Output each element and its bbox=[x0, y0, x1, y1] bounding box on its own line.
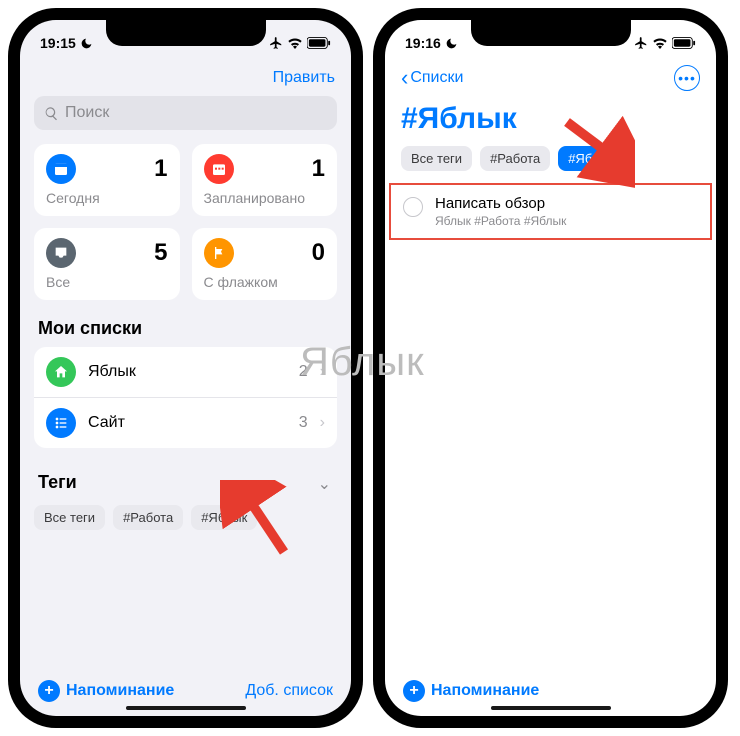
inbox-icon bbox=[46, 238, 76, 268]
chevron-left-icon: ‹ bbox=[401, 65, 408, 91]
card-label: Сегодня bbox=[46, 190, 168, 206]
list-count: 3 bbox=[299, 414, 308, 432]
card-flagged[interactable]: 0 С флажком bbox=[192, 228, 338, 300]
card-count: 0 bbox=[312, 239, 325, 267]
new-reminder-label: Напоминание bbox=[431, 682, 539, 700]
list-row-site[interactable]: Сайт 3 › bbox=[34, 398, 337, 448]
task-title: Написать обзор bbox=[435, 195, 566, 212]
tag-chip-work[interactable]: #Работа bbox=[113, 505, 183, 530]
card-count: 1 bbox=[312, 155, 325, 183]
list-bullet-icon bbox=[46, 408, 76, 438]
back-button[interactable]: ‹ Списки bbox=[401, 65, 463, 91]
airplane-icon bbox=[269, 36, 283, 50]
chevron-right-icon: › bbox=[320, 414, 325, 432]
status-time: 19:16 bbox=[405, 35, 441, 51]
list-count: 2 bbox=[299, 363, 308, 381]
dnd-moon-icon bbox=[445, 37, 458, 50]
card-all[interactable]: 5 Все bbox=[34, 228, 180, 300]
search-placeholder: Поиск bbox=[65, 104, 109, 122]
tag-chip-yablyk[interactable]: #Яблык bbox=[191, 505, 257, 530]
home-indicator[interactable] bbox=[126, 706, 246, 710]
tag-chip-yablyk[interactable]: #Яблык bbox=[558, 146, 624, 171]
home-indicator[interactable] bbox=[491, 706, 611, 710]
card-label: Запланировано bbox=[204, 190, 326, 206]
list-label: Сайт bbox=[88, 414, 287, 432]
wifi-icon bbox=[652, 37, 668, 49]
card-count: 5 bbox=[154, 239, 167, 267]
house-icon bbox=[46, 357, 76, 387]
dnd-moon-icon bbox=[80, 37, 93, 50]
wifi-icon bbox=[287, 37, 303, 49]
phone-mockup-right: 19:16 ‹ Списки ••• #Яблык Все теги #Рабо… bbox=[373, 8, 728, 728]
ellipsis-icon: ••• bbox=[678, 70, 696, 86]
more-options-button[interactable]: ••• bbox=[674, 65, 700, 91]
tags-title: Теги bbox=[38, 472, 77, 493]
calendar-icon bbox=[204, 154, 234, 184]
task-subtitle: Яблык #Работа #Яблык bbox=[435, 214, 566, 228]
task-checkbox[interactable] bbox=[403, 197, 423, 217]
search-input[interactable]: Поиск bbox=[34, 96, 337, 130]
plus-circle-icon: + bbox=[403, 680, 425, 702]
notch bbox=[471, 20, 631, 46]
new-reminder-button[interactable]: + Напоминание bbox=[403, 680, 539, 702]
add-list-button[interactable]: Доб. список bbox=[245, 682, 333, 700]
card-label: С флажком bbox=[204, 274, 326, 290]
battery-icon bbox=[672, 37, 696, 49]
new-reminder-button[interactable]: + Напоминание bbox=[38, 680, 174, 702]
page-title: #Яблык bbox=[385, 96, 716, 146]
tag-chip-all[interactable]: Все теги bbox=[34, 505, 105, 530]
flag-icon bbox=[204, 238, 234, 268]
nav-bar: Править bbox=[20, 60, 351, 96]
list-row-yablyk[interactable]: Яблык 2 › bbox=[34, 347, 337, 398]
mylists-title: Мои списки bbox=[38, 318, 333, 339]
card-count: 1 bbox=[154, 155, 167, 183]
status-time: 19:15 bbox=[40, 35, 76, 51]
card-today[interactable]: 1 Сегодня bbox=[34, 144, 180, 216]
battery-icon bbox=[307, 37, 331, 49]
card-label: Все bbox=[46, 274, 168, 290]
tag-chip-work[interactable]: #Работа bbox=[480, 146, 550, 171]
airplane-icon bbox=[634, 36, 648, 50]
phone-mockup-left: 19:15 Править Поиск bbox=[8, 8, 363, 728]
plus-circle-icon: + bbox=[38, 680, 60, 702]
tag-chip-all[interactable]: Все теги bbox=[401, 146, 472, 171]
back-label: Списки bbox=[410, 69, 463, 87]
nav-bar: ‹ Списки ••• bbox=[385, 60, 716, 96]
list-label: Яблык bbox=[88, 363, 287, 381]
edit-button[interactable]: Править bbox=[273, 69, 335, 87]
task-row[interactable]: Написать обзор Яблык #Работа #Яблык bbox=[389, 183, 712, 240]
notch bbox=[106, 20, 266, 46]
new-reminder-label: Напоминание bbox=[66, 682, 174, 700]
chevron-right-icon: › bbox=[320, 363, 325, 381]
chevron-down-icon[interactable]: ⌄ bbox=[318, 474, 331, 494]
card-scheduled[interactable]: 1 Запланировано bbox=[192, 144, 338, 216]
calendar-today-icon bbox=[46, 154, 76, 184]
search-icon bbox=[44, 106, 59, 121]
